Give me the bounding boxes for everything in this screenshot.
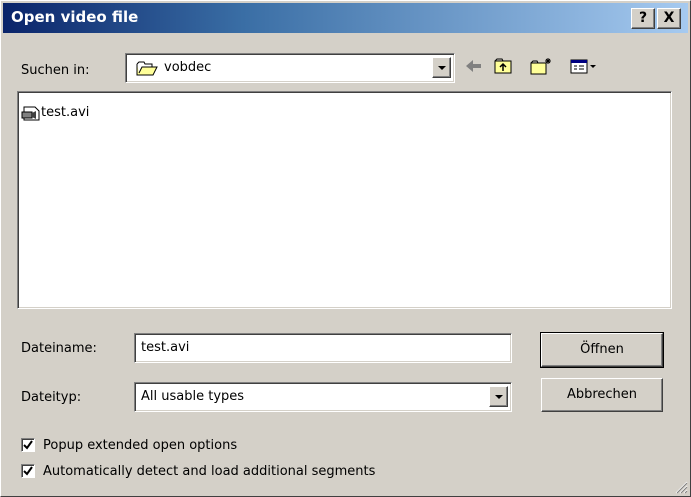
look-in-dropdown-arrow[interactable] [432, 57, 451, 78]
popup-options-label[interactable]: Popup extended open options [43, 438, 237, 453]
close-button[interactable]: X [657, 8, 681, 29]
look-in-combobox[interactable]: vobdec [125, 53, 455, 83]
help-button[interactable]: ? [631, 8, 655, 29]
file-name: test.avi [41, 105, 90, 120]
cancel-button[interactable]: Abbrechen [541, 378, 663, 412]
filename-value: test.avi [141, 340, 190, 355]
dialog-title: Open video file [11, 8, 139, 26]
filename-input[interactable]: test.avi [134, 333, 512, 363]
back-arrow-icon[interactable] [463, 57, 483, 75]
auto-detect-segments-label[interactable]: Automatically detect and load additional… [43, 464, 375, 479]
view-menu-icon[interactable] [569, 57, 599, 75]
up-folder-icon[interactable] [493, 57, 513, 75]
open-video-dialog: Open video file ? X Suchen in: vobdec te… [0, 0, 691, 497]
resize-grip-icon[interactable] [674, 480, 688, 494]
look-in-value: vobdec [164, 60, 212, 75]
filetype-label: Dateityp: [21, 390, 82, 405]
filename-label: Dateiname: [21, 341, 97, 356]
checkmark-icon [23, 466, 33, 476]
folder-icon [136, 61, 158, 76]
open-button[interactable]: Öffnen [540, 332, 664, 368]
checkmark-icon [23, 440, 33, 450]
filetype-value: All usable types [141, 389, 245, 404]
look-in-label: Suchen in: [21, 63, 90, 78]
video-file-icon [21, 106, 40, 121]
popup-options-checkbox[interactable] [21, 438, 35, 452]
file-list[interactable]: test.avi [17, 91, 672, 309]
filetype-select[interactable]: All usable types [134, 382, 512, 412]
new-folder-icon[interactable] [529, 57, 553, 75]
auto-detect-segments-checkbox[interactable] [21, 464, 35, 478]
title-bar[interactable]: Open video file ? X [3, 3, 688, 33]
filetype-dropdown-arrow[interactable] [489, 386, 508, 407]
